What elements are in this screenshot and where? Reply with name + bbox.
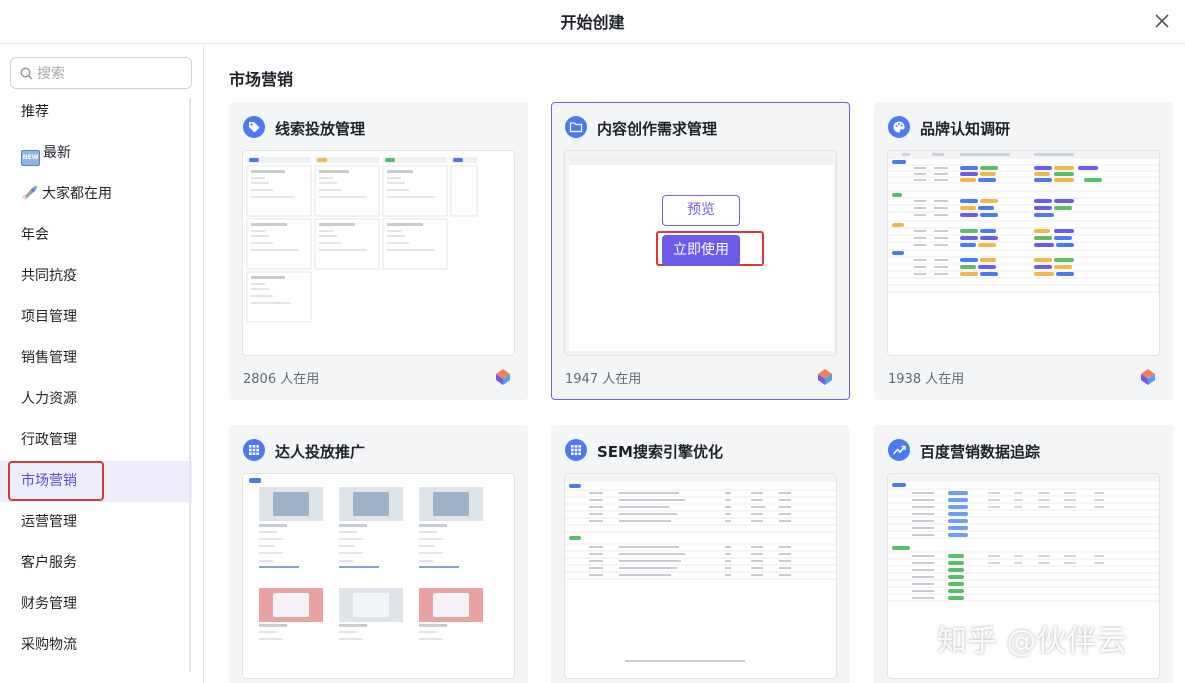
nav-item-label: 行政管理 xyxy=(21,432,77,448)
trend-icon xyxy=(888,439,910,461)
category-nav: 推荐 NEW 最新 大家都在用 年会 共同抗疫 项目管理 销售管理 人力资源 行政… xyxy=(0,92,192,666)
card-title: 内容创作需求管理 xyxy=(597,120,718,138)
grid-icon xyxy=(243,439,265,461)
nav-item-label: 项目管理 xyxy=(21,309,77,325)
nav-item-recommend[interactable]: 推荐 xyxy=(0,92,192,133)
search-box[interactable] xyxy=(10,57,192,89)
watermark: 知乎 @伙伴云 xyxy=(937,624,1127,659)
dialog-header: 开始创建 xyxy=(0,0,1185,44)
nav-item-label: 运营管理 xyxy=(21,514,77,530)
template-preview: 预览 立即使用 xyxy=(564,150,837,356)
app-logo-icon xyxy=(818,369,832,385)
nav-item-label: 推荐 xyxy=(21,104,49,120)
palette-icon xyxy=(888,116,910,138)
nav-item-label: 财务管理 xyxy=(21,596,77,612)
search-input[interactable] xyxy=(37,64,185,84)
nav-item-popular[interactable]: 大家都在用 xyxy=(0,174,192,215)
highlight-box xyxy=(8,461,104,501)
nav-item-label: 人力资源 xyxy=(21,391,77,407)
nav-item-finance[interactable]: 财务管理 xyxy=(0,584,192,625)
app-logo-icon xyxy=(1141,369,1155,385)
usage-count: 1938 人在用 xyxy=(888,372,965,387)
nav-item-customer-service[interactable]: 客户服务 xyxy=(0,543,192,584)
nav-item-label: 客户服务 xyxy=(21,555,77,571)
app-logo-icon xyxy=(496,369,510,385)
nav-item-hr[interactable]: 人力资源 xyxy=(0,379,192,420)
template-card-content-request[interactable]: 内容创作需求管理 预览 立即使用 1947 人在用 xyxy=(551,102,850,400)
card-title: 百度营销数据追踪 xyxy=(920,443,1041,461)
template-preview xyxy=(242,473,515,679)
nav-item-admin[interactable]: 行政管理 xyxy=(0,420,192,461)
nav-item-project[interactable]: 项目管理 xyxy=(0,297,192,338)
preview-button[interactable]: 预览 xyxy=(662,195,740,226)
close-icon[interactable] xyxy=(1153,12,1171,30)
section-title: 市场营销 xyxy=(229,70,294,89)
template-card-brand-survey[interactable]: 品牌认知调研 1938 人在用 xyxy=(874,102,1173,400)
nav-item-label: 共同抗疫 xyxy=(21,268,77,284)
use-now-button[interactable]: 立即使用 xyxy=(662,235,740,266)
card-title: 达人投放推广 xyxy=(275,443,366,461)
template-preview xyxy=(887,150,1160,356)
nav-item-label: 采购物流 xyxy=(21,637,77,653)
nav-item-epidemic[interactable]: 共同抗疫 xyxy=(0,256,192,297)
template-gallery: 市场营销 线索投放管理 2806 人在用 内容创作需求管理 预览 立即使用 19… xyxy=(205,45,1185,683)
tag-icon xyxy=(243,116,265,138)
card-title: 品牌认知调研 xyxy=(920,120,1011,138)
template-card-sem-optimization[interactable]: SEM搜索引擎优化 xyxy=(551,425,850,683)
nav-item-label: 最新 xyxy=(43,145,71,161)
card-title: SEM搜索引擎优化 xyxy=(597,443,723,461)
nav-item-annual[interactable]: 年会 xyxy=(0,215,192,256)
template-preview xyxy=(242,150,515,356)
dialog-title: 开始创建 xyxy=(560,13,625,32)
nav-item-latest[interactable]: NEW 最新 xyxy=(0,133,192,174)
new-badge-icon: NEW xyxy=(21,150,40,166)
usage-count: 2806 人在用 xyxy=(243,372,320,387)
nav-item-operations[interactable]: 运营管理 xyxy=(0,502,192,543)
sidebar: 推荐 NEW最新 大家都在用 年会 共同抗疫 项目管理 销售管理 人力资源 行政… xyxy=(0,45,204,683)
template-card-lead-management[interactable]: 线索投放管理 2806 人在用 xyxy=(229,102,528,400)
rocket-icon xyxy=(22,185,38,200)
nav-item-label: 年会 xyxy=(21,227,49,243)
folder-icon xyxy=(565,116,587,138)
nav-item-label: 大家都在用 xyxy=(42,186,112,202)
template-preview xyxy=(564,473,837,679)
grid-icon xyxy=(565,439,587,461)
nav-item-marketing[interactable]: 市场营销 xyxy=(0,461,192,502)
sidebar-scrollbar[interactable] xyxy=(189,98,191,672)
template-card-influencer-promo[interactable]: 达人投放推广 xyxy=(229,425,528,683)
search-icon xyxy=(20,67,33,80)
nav-item-sales[interactable]: 销售管理 xyxy=(0,338,192,379)
nav-item-label: 销售管理 xyxy=(21,350,77,366)
nav-item-procurement[interactable]: 采购物流 xyxy=(0,625,192,666)
card-title: 线索投放管理 xyxy=(275,120,366,138)
usage-count: 1947 人在用 xyxy=(565,372,642,387)
